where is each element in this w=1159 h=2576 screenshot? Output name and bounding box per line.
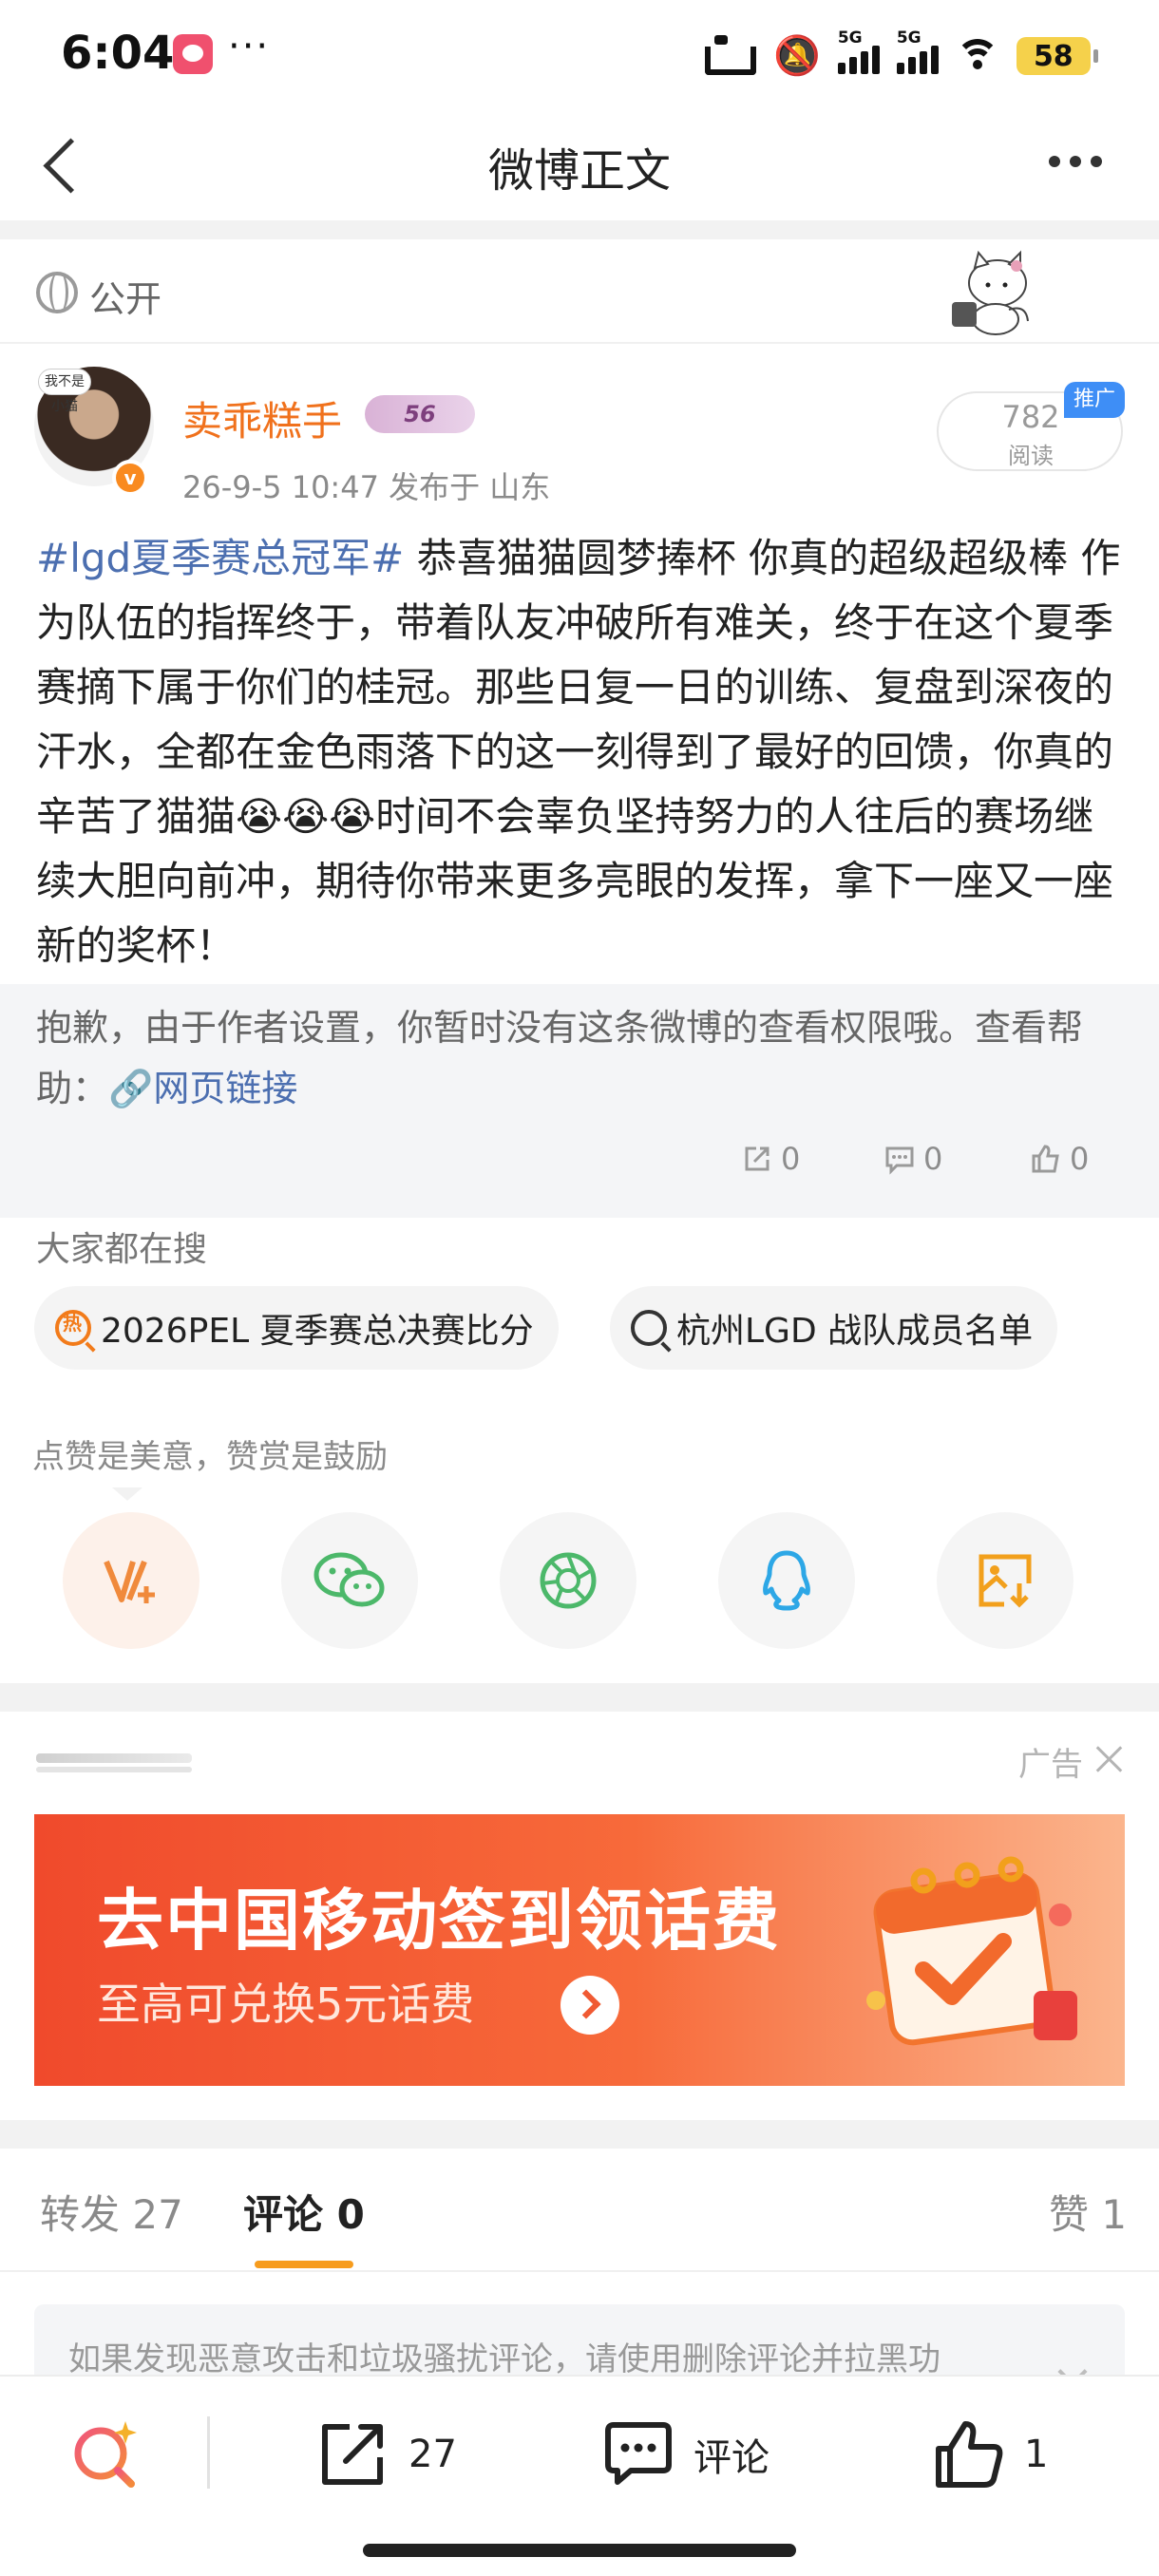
comment-icon: [885, 1146, 914, 1175]
comment-label: 评论: [694, 2436, 770, 2480]
search-icon: [631, 1310, 667, 1346]
wechat-icon: [314, 1552, 385, 1607]
sleep-mode-icon: [705, 35, 756, 75]
search-sparkle-icon: [74, 2421, 137, 2488]
link-icon: 🔗: [108, 1068, 154, 1109]
notification-app-icon: [173, 34, 213, 74]
visibility-label: 公开: [89, 278, 162, 320]
post-text: 恭喜猫猫圆梦捧杯 你真的超级超级棒 作为队伍的指挥终于，带着队友冲破所有难关，终…: [36, 535, 1121, 969]
mute-bell-icon: 🔕: [773, 34, 821, 78]
tab-likes[interactable]: 赞 1: [1049, 2183, 1127, 2241]
reward-pointer: [112, 1487, 142, 1501]
notice-comment-stat[interactable]: 0: [884, 1138, 942, 1180]
wechat-share-button[interactable]: [281, 1512, 418, 1649]
trending-search-title: 大家都在搜: [36, 1230, 208, 1269]
more-options-icon[interactable]: [1049, 156, 1102, 167]
tab-comments[interactable]: 评论 0: [243, 2183, 365, 2241]
calendar-check-icon: [866, 1856, 1077, 2046]
active-tab-indicator: [255, 2261, 353, 2268]
ad-label: 广告: [1018, 1746, 1083, 1784]
search-chip-pel[interactable]: 热 2026PEL 夏季赛总决赛比分: [34, 1286, 559, 1370]
ad-subline: 至高可兑换5元话费: [97, 1979, 475, 2030]
page-title: 微博正文: [487, 144, 671, 198]
ad-brand-logo: [36, 1753, 192, 1763]
notice-text: 抱歉，由于作者设置，你暂时没有这条微博的查看权限哦。查看帮助：🔗网页链接: [36, 997, 1129, 1119]
weibo-reward-button[interactable]: [63, 1512, 200, 1649]
like-button[interactable]: 1: [933, 2420, 1048, 2489]
wifi-icon: [955, 37, 999, 75]
avatar-tag: 我不是小猫: [38, 369, 91, 414]
kitty-sticker-icon: [952, 250, 1029, 335]
help-link[interactable]: 🔗网页链接: [108, 1068, 297, 1109]
ad-headline: 去中国移动签到领话费: [97, 1882, 781, 1960]
level-badge: 56: [365, 395, 475, 433]
like-count: 1: [1024, 2433, 1049, 2476]
section-divider: [0, 220, 1159, 239]
save-image-button[interactable]: [937, 1512, 1074, 1649]
save-image-icon: [978, 1554, 1032, 1608]
search-chip-lgd[interactable]: 杭州LGD 战队成员名单: [610, 1286, 1058, 1370]
globe-icon: [36, 272, 78, 313]
notice-like-stat[interactable]: 0: [1030, 1138, 1089, 1180]
moments-icon: [540, 1552, 597, 1609]
bottom-divider: [207, 2416, 210, 2489]
hot-search-icon: 热: [55, 1310, 91, 1346]
repost-button[interactable]: 27: [317, 2420, 457, 2489]
comment-button[interactable]: 评论: [602, 2420, 770, 2489]
moments-share-button[interactable]: [500, 1512, 636, 1649]
search-chip-label: 2026PEL 夏季赛总决赛比分: [101, 1312, 534, 1351]
like-icon: [1032, 1145, 1059, 1173]
home-indicator[interactable]: [363, 2544, 796, 2557]
qq-share-button[interactable]: [718, 1512, 855, 1649]
notice-repost-stat[interactable]: 0: [741, 1138, 800, 1180]
notice-like-count: 0: [1070, 1141, 1090, 1177]
hashtag-link[interactable]: #lgd夏季赛总冠军#: [36, 535, 404, 581]
notice-comment-count: 0: [923, 1141, 943, 1177]
reward-prompt: 点赞是美意，赞赏是鼓励: [32, 1438, 388, 1476]
status-indicators: 🔕 5G 5G 58: [705, 28, 1098, 80]
repost-icon: [322, 2424, 383, 2485]
repost-icon: [745, 1146, 770, 1171]
chevron-right-icon: [560, 1976, 619, 2035]
repost-count: 27: [408, 2433, 457, 2476]
tab-reposts[interactable]: 转发 27: [40, 2183, 183, 2241]
promote-tag[interactable]: 推广: [1064, 382, 1125, 418]
views-label: 阅读: [1008, 443, 1054, 469]
help-link-label: 网页链接: [153, 1068, 298, 1109]
battery-indicator: 58: [1016, 37, 1098, 75]
status-time: 6:04: [61, 27, 175, 80]
more-notifications-icon: ···: [228, 25, 271, 68]
weibo-reward-icon: [104, 1560, 155, 1603]
qq-icon: [763, 1550, 810, 1611]
section-divider: [0, 1683, 1159, 1712]
comment-hint-text: 如果发现恶意攻击和垃圾骚扰评论，请使用删除评论并拉黑功: [68, 2340, 940, 2378]
verified-badge-icon: v: [112, 460, 148, 496]
comment-icon: [605, 2422, 672, 2485]
close-icon[interactable]: [1094, 1744, 1125, 1774]
like-icon: [936, 2421, 1003, 2488]
ad-brand-logo-line: [36, 1767, 192, 1772]
search-button[interactable]: [68, 2420, 142, 2489]
notice-repost-count: 0: [781, 1141, 801, 1177]
signal-icon-2: 5G: [896, 28, 939, 74]
section-divider: [0, 2120, 1159, 2149]
signal-icon-1: 5G: [837, 28, 880, 74]
search-chip-label: 杭州LGD 战队成员名单: [676, 1312, 1034, 1351]
post-meta: 26-9-5 10:47 发布于 山东: [182, 469, 551, 505]
post-body: #lgd夏季赛总冠军# 恭喜猫猫圆梦捧杯 你真的超级超级棒 作为队伍的指挥终于，…: [36, 526, 1129, 978]
author-name[interactable]: 卖乖糕手: [182, 389, 342, 447]
